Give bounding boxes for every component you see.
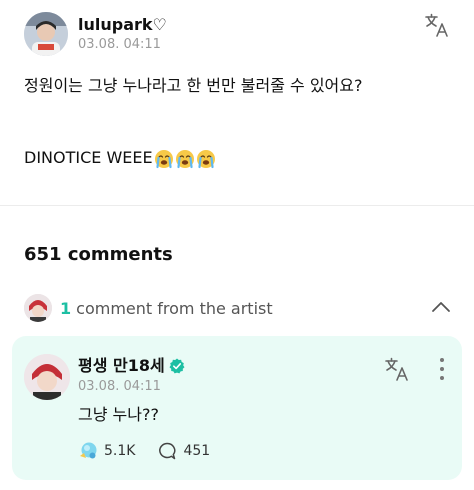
post-text-line-1: 정원이는 그냥 누나라고 한 번만 불러줄 수 있어요? bbox=[24, 76, 363, 95]
post-author-name[interactable]: lulupark♡ bbox=[78, 15, 167, 35]
artist-comment-timestamp: 03.08. 04:11 bbox=[78, 379, 161, 394]
loudly-crying-face-emoji bbox=[154, 149, 173, 168]
artist-comment-text: 그냥 누나?? bbox=[78, 405, 159, 424]
comment-bubble-icon bbox=[159, 442, 176, 460]
verified-badge-icon bbox=[169, 358, 185, 374]
more-vertical-icon[interactable] bbox=[438, 358, 446, 380]
translate-icon[interactable] bbox=[424, 12, 450, 38]
post-text-line-2-text: DINOTICE WEEE bbox=[24, 148, 153, 167]
artist-comment-count: 1 bbox=[60, 298, 72, 318]
reply-count: 451 bbox=[183, 443, 211, 459]
chevron-up-icon[interactable] bbox=[430, 298, 452, 316]
loudly-crying-face-emoji bbox=[196, 149, 215, 168]
post-text-line-2: DINOTICE WEEE bbox=[24, 146, 216, 170]
reply-button[interactable]: 451 bbox=[157, 441, 210, 461]
more-dot bbox=[440, 367, 444, 371]
artist-comment-label: comment from the artist bbox=[76, 298, 273, 318]
artist-mini-avatar bbox=[24, 294, 52, 322]
bubble-like-icon bbox=[80, 442, 97, 459]
comments-count-title: 651 comments bbox=[24, 244, 173, 265]
artist-comment-toggle[interactable]: 1 comment from the artist bbox=[24, 294, 454, 322]
like-count: 5.1K bbox=[104, 443, 136, 459]
emoji-group bbox=[153, 146, 216, 170]
more-dot bbox=[440, 376, 444, 380]
post-header: lulupark♡ 03.08. 04:11 bbox=[24, 12, 167, 56]
loudly-crying-face-emoji bbox=[175, 149, 194, 168]
author-avatar[interactable] bbox=[24, 12, 68, 56]
artist-name[interactable]: 평생 만18세 bbox=[78, 356, 165, 376]
translate-icon[interactable] bbox=[384, 356, 410, 382]
more-dot bbox=[440, 358, 444, 362]
artist-avatar[interactable] bbox=[24, 354, 70, 400]
divider bbox=[0, 205, 474, 206]
post-timestamp: 03.08. 04:11 bbox=[78, 36, 161, 52]
post-body: 정원이는 그냥 누나라고 한 번만 불러줄 수 있어요? DINOTICE WE… bbox=[24, 74, 454, 168]
artist-comment-card: 평생 만18세 03.08. 04:11 그냥 누나?? 5.1K 451 bbox=[12, 336, 462, 480]
artist-comment-actions: 5.1K 451 bbox=[78, 441, 232, 461]
artist-name-row: 평생 만18세 bbox=[78, 356, 185, 376]
like-button[interactable]: 5.1K bbox=[78, 441, 135, 461]
